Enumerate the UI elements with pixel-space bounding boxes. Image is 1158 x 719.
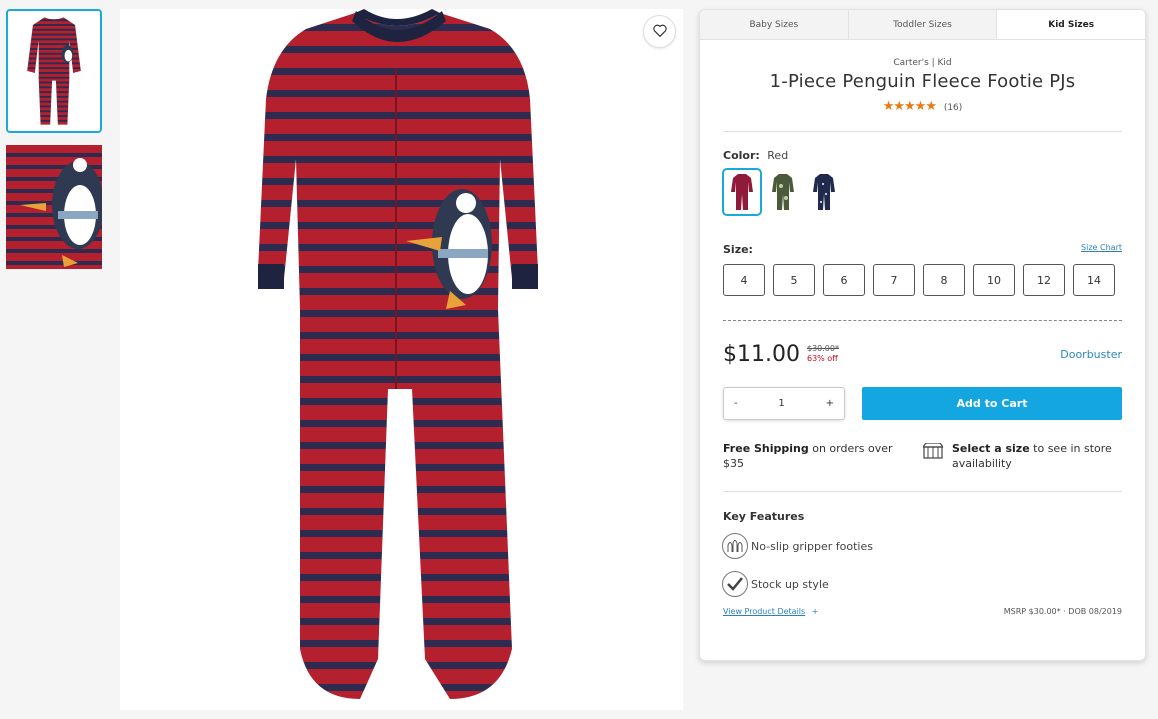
swatch-red[interactable]: [722, 168, 762, 216]
tab-toddler-sizes[interactable]: Toddler Sizes: [848, 10, 998, 39]
size-option-14[interactable]: 14: [1073, 264, 1115, 296]
footer-row: View Product Details + MSRP $30.00* · DO…: [723, 607, 1122, 616]
discount-percent: 63% off: [806, 354, 838, 363]
store-availability[interactable]: Select a size to see in store availabili…: [921, 441, 1122, 471]
product-title: 1-Piece Penguin Fleece Footie PJs: [769, 71, 1076, 92]
swatch-camo[interactable]: [763, 168, 803, 216]
size-option-4[interactable]: 4: [723, 264, 765, 296]
size-chart-link[interactable]: Size Chart: [1081, 243, 1122, 256]
msrp-info: MSRP $30.00* · DOB 08/2019: [1003, 607, 1122, 616]
thumbnail-penguin-detail[interactable]: [6, 145, 102, 269]
rating[interactable]: ★★★★★ (16): [700, 99, 1145, 114]
divider: [723, 131, 1122, 132]
price-row: $11.00 $30.00* 63% off Doorbuster: [723, 339, 1122, 369]
view-product-details[interactable]: View Product Details +: [723, 607, 818, 616]
size-option-10[interactable]: 10: [973, 264, 1015, 296]
size-option-5[interactable]: 5: [773, 264, 815, 296]
quantity-value[interactable]: 1: [778, 398, 784, 409]
tab-baby-sizes[interactable]: Baby Sizes: [700, 10, 849, 39]
color-label: Color:: [723, 149, 760, 162]
store-bold: Select a size: [952, 442, 1030, 455]
star-rating-icon: ★★★★★: [882, 99, 937, 114]
original-price: $30.00*: [806, 344, 839, 353]
store-text: Select a size to see in store availabili…: [952, 441, 1122, 471]
size-option-12[interactable]: 12: [1023, 264, 1065, 296]
quantity-stepper: - 1 +: [723, 387, 845, 420]
checkmark-icon: [722, 571, 748, 597]
swatch-navy[interactable]: [804, 168, 844, 216]
review-count: (16): [943, 103, 963, 113]
size-option-8[interactable]: 8: [923, 264, 965, 296]
current-price: $11.00: [723, 341, 800, 367]
feature-label: No-slip gripper footies: [751, 539, 873, 553]
shipping-store-row: Free Shipping on orders over $35 Select …: [723, 441, 1122, 471]
price-original-block: $30.00* 63% off: [807, 344, 839, 364]
cart-row: - 1 + Add to Cart: [723, 387, 1122, 420]
product-details-panel: Baby Sizes Toddler Sizes Kid Sizes Carte…: [699, 9, 1146, 661]
size-category-tabs: Baby Sizes Toddler Sizes Kid Sizes: [700, 10, 1145, 40]
shipping-info: Free Shipping on orders over $35: [723, 441, 894, 471]
product-page: Baby Sizes Toddler Sizes Kid Sizes Carte…: [0, 0, 1158, 719]
divider: [723, 491, 1122, 492]
quantity-decrease-button[interactable]: -: [734, 398, 738, 409]
feature-label: Stock up style: [751, 577, 829, 591]
thumbnail-full-pj[interactable]: [6, 9, 102, 133]
heart-icon: [652, 22, 667, 41]
thumbnail-list: [6, 9, 104, 281]
feature-item: No-slip gripper footies: [722, 533, 1122, 559]
size-label: Size:: [723, 243, 753, 256]
store-icon: [921, 441, 945, 471]
quantity-increase-button[interactable]: +: [826, 398, 834, 409]
tab-kid-sizes[interactable]: Kid Sizes: [997, 10, 1145, 39]
view-product-details-link[interactable]: View Product Details: [723, 607, 805, 616]
shipping-bold: Free Shipping: [723, 442, 809, 455]
size-row: Size: Size Chart: [723, 243, 1122, 256]
doorbuster-badge: Doorbuster: [1060, 347, 1122, 361]
dashed-divider: [723, 320, 1122, 321]
key-features-title: Key Features: [723, 510, 805, 523]
feature-item: Stock up style: [722, 571, 1122, 597]
footie-grip-icon: [722, 533, 748, 559]
color-row: Color: Red: [723, 149, 1122, 162]
color-value: Red: [767, 149, 789, 162]
color-swatches: [722, 168, 1122, 216]
size-option-6[interactable]: 6: [823, 264, 865, 296]
favorite-button[interactable]: [643, 15, 676, 48]
add-to-cart-button[interactable]: Add to Cart: [862, 387, 1122, 420]
expand-plus-icon[interactable]: +: [812, 607, 819, 616]
size-options: 4 5 6 7 8 10 12 14: [723, 264, 1122, 296]
size-option-7[interactable]: 7: [873, 264, 915, 296]
main-product-image: [120, 9, 683, 710]
brand-label: Carter's | Kid: [893, 58, 952, 68]
